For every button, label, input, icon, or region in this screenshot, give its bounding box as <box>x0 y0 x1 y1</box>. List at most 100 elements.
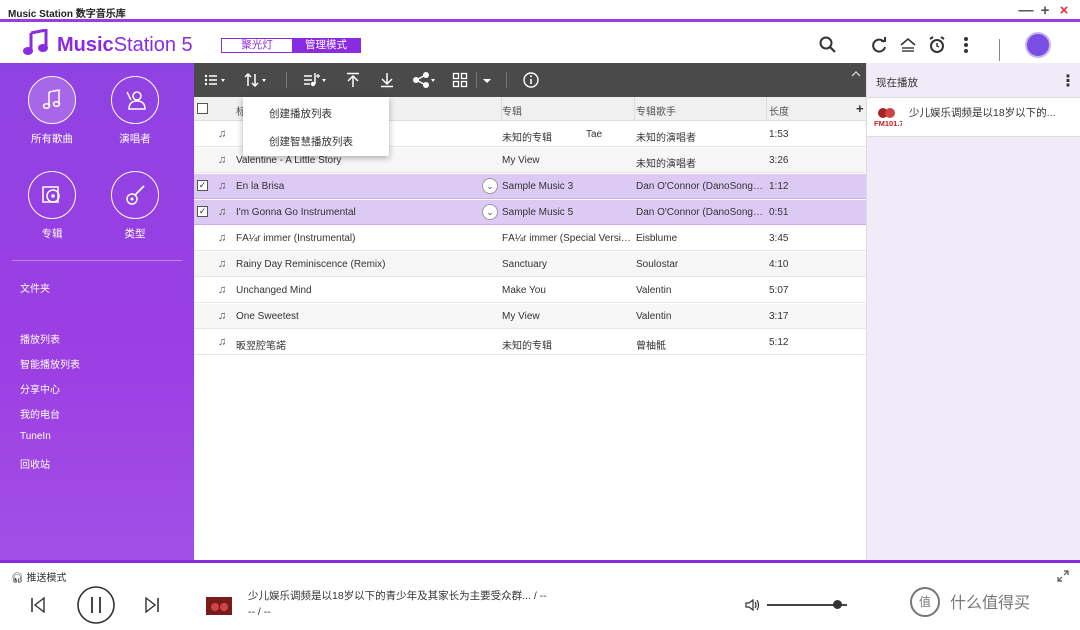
cell-album: Make You <box>502 285 546 296</box>
push-mode-toggle[interactable]: 🎧︎ 推送模式 <box>11 569 66 584</box>
share-button[interactable] <box>412 71 438 89</box>
sidebar-item-playlists[interactable]: 播放列表 <box>20 331 60 346</box>
sidebar-item-share-center[interactable]: 分享中心 <box>20 381 60 396</box>
music-note-icon: ♫ <box>218 336 227 348</box>
expand-player-icon[interactable] <box>1056 569 1070 583</box>
cell-album: Sample Music 5 <box>502 207 574 218</box>
select-all-checkbox[interactable] <box>197 103 208 114</box>
row-expand-icon[interactable]: ⌄ <box>482 204 498 220</box>
move-top-button[interactable] <box>345 71 361 89</box>
volume-icon[interactable] <box>745 598 761 612</box>
app-header: MusicStation 5 聚光灯 管理模式 <box>0 25 1080 63</box>
now-playing-item[interactable]: FM101.7 少儿娱乐调频是以18岁以下的... <box>867 97 1080 137</box>
add-column-button[interactable]: + <box>856 101 864 116</box>
table-row[interactable]: ♫ Rainy Day Reminiscence (Remix) Sanctuary… <box>194 252 866 277</box>
previous-track-icon[interactable] <box>30 597 46 613</box>
chevron-down-icon <box>483 79 491 83</box>
spotlight-mode-tab[interactable]: 聚光灯 <box>222 39 292 52</box>
cell-album: 未知的专辑 <box>502 341 552 352</box>
share-icon <box>413 72 435 88</box>
column-header-album-artist[interactable]: 专辑歌手 <box>636 103 676 118</box>
manage-mode-tab[interactable]: 管理模式 <box>292 39 360 52</box>
category-genres[interactable]: 类型 <box>95 171 175 241</box>
sort-button[interactable] <box>244 71 268 89</box>
current-track-time: -- / -- <box>248 606 271 618</box>
row-checkbox[interactable]: ✓ <box>197 180 208 191</box>
next-track-icon[interactable] <box>144 597 160 613</box>
logo-rest: Station 5 <box>113 34 193 56</box>
row-expand-icon[interactable]: ⌄ <box>482 178 498 194</box>
table-row[interactable]: ♫ FÃ¼r immer (Instrumental) FÃ¼r immer (Sp… <box>194 226 866 251</box>
refresh-icon[interactable] <box>869 35 889 55</box>
sidebar: 所有歌曲 演唱者 专辑 类型 文件夹 播放列表 智能播放列表 分享中心 我的电台… <box>0 63 194 560</box>
watermark-text: 什么值得买 <box>950 595 1031 612</box>
upload-icon[interactable] <box>898 35 918 55</box>
move-bottom-button[interactable] <box>379 71 395 89</box>
arrow-to-top-icon <box>347 72 359 87</box>
category-all-songs[interactable]: 所有歌曲 <box>12 76 92 146</box>
close-button[interactable]: × <box>1056 2 1072 19</box>
current-track-thumbnail <box>204 589 236 619</box>
sidebar-item-recycle-bin[interactable]: 回收站 <box>20 456 50 471</box>
table-empty-area <box>194 355 866 560</box>
now-playing-panel: 现在播放 ⋮ FM101.7 少儿娱乐调频是以18岁以下的... <box>866 63 1080 560</box>
music-note-icon: ♫ <box>218 180 227 192</box>
view-options-dropdown[interactable] <box>482 71 492 89</box>
list-view-button[interactable] <box>204 71 226 89</box>
category-label: 专辑 <box>41 228 63 240</box>
table-row[interactable]: ♫ Unchanged Mind Make You Valentin 5:07 <box>194 278 866 303</box>
column-divider <box>766 97 767 121</box>
search-icon[interactable] <box>818 35 838 55</box>
cell-length: 3:45 <box>769 233 789 244</box>
cell-title: En la Brisa <box>236 181 285 192</box>
sidebar-item-tunein[interactable]: TuneIn <box>20 431 51 442</box>
music-note-icon <box>28 76 76 124</box>
category-label: 演唱者 <box>119 133 151 145</box>
music-note-icon: ♫ <box>218 258 227 270</box>
now-playing-menu-icon[interactable]: ⋮ <box>1060 71 1076 91</box>
chevron-up-icon <box>851 71 861 77</box>
table-row[interactable]: ♫ One Sweetest My View Valentin 3:17 <box>194 304 866 329</box>
sidebar-item-folder[interactable]: 文件夹 <box>20 280 50 295</box>
volume-slider-handle[interactable] <box>832 600 842 609</box>
maximize-button[interactable]: + <box>1037 2 1053 19</box>
grid-view-button[interactable] <box>452 71 468 89</box>
cell-album: My View <box>502 311 540 322</box>
list-icon <box>204 74 225 86</box>
cell-length: 1:53 <box>769 129 789 140</box>
window-title: Music Station 数字音乐库 <box>8 9 126 20</box>
cell-title: Unchanged Mind <box>236 285 312 296</box>
playlist-add-icon <box>304 73 326 87</box>
minimize-button[interactable]: — <box>1018 2 1034 19</box>
category-label: 类型 <box>124 228 146 240</box>
user-avatar[interactable] <box>1025 32 1051 58</box>
sidebar-item-my-radio[interactable]: 我的电台 <box>20 406 60 421</box>
table-row[interactable]: ✓ ♫ I'm Gonna Go Instrumental ⌄ Sample Music… <box>194 200 866 225</box>
alarm-clock-icon[interactable] <box>927 35 947 55</box>
add-playlist-button[interactable] <box>302 71 328 89</box>
menu-item-create-playlist[interactable]: 创建播放列表 <box>269 106 332 121</box>
table-row[interactable]: ♫ 昄翌腔笔諾 未知的专辑 曾柚骶 5:12 <box>194 330 866 355</box>
sidebar-divider <box>12 260 182 261</box>
category-singers[interactable]: 演唱者 <box>95 76 175 146</box>
sort-icon <box>244 72 266 88</box>
collapse-toolbar-button[interactable] <box>850 65 862 83</box>
mode-toggle: 聚光灯 管理模式 <box>221 38 361 53</box>
table-row[interactable]: ✓ ♫ En la Brisa ⌄ Sample Music 3 Dan O'Connor… <box>194 174 866 199</box>
cell-title: One Sweetest <box>236 311 299 322</box>
more-options-icon[interactable] <box>956 35 976 55</box>
category-albums[interactable]: 专辑 <box>12 171 92 241</box>
current-track-title: 少儿娱乐调频是以18岁以下的青少年及其家长为主要受众群... / -- <box>248 590 547 602</box>
menu-item-create-smart-playlist[interactable]: 创建智慧播放列表 <box>269 134 353 149</box>
toolbar-divider <box>286 72 287 88</box>
pause-button[interactable] <box>76 585 116 625</box>
category-label: 所有歌曲 <box>31 133 73 145</box>
sidebar-item-smart-playlists[interactable]: 智能播放列表 <box>20 356 80 371</box>
cell-length: 3:26 <box>769 155 789 166</box>
cell-title: 昄翌腔笔諾 <box>236 341 286 352</box>
column-header-album[interactable]: 专辑 <box>502 103 522 118</box>
column-header-length[interactable]: 长度 <box>769 103 789 118</box>
push-mode-label: 推送模式 <box>26 573 67 584</box>
info-button[interactable] <box>522 71 540 89</box>
row-checkbox[interactable]: ✓ <box>197 206 208 217</box>
